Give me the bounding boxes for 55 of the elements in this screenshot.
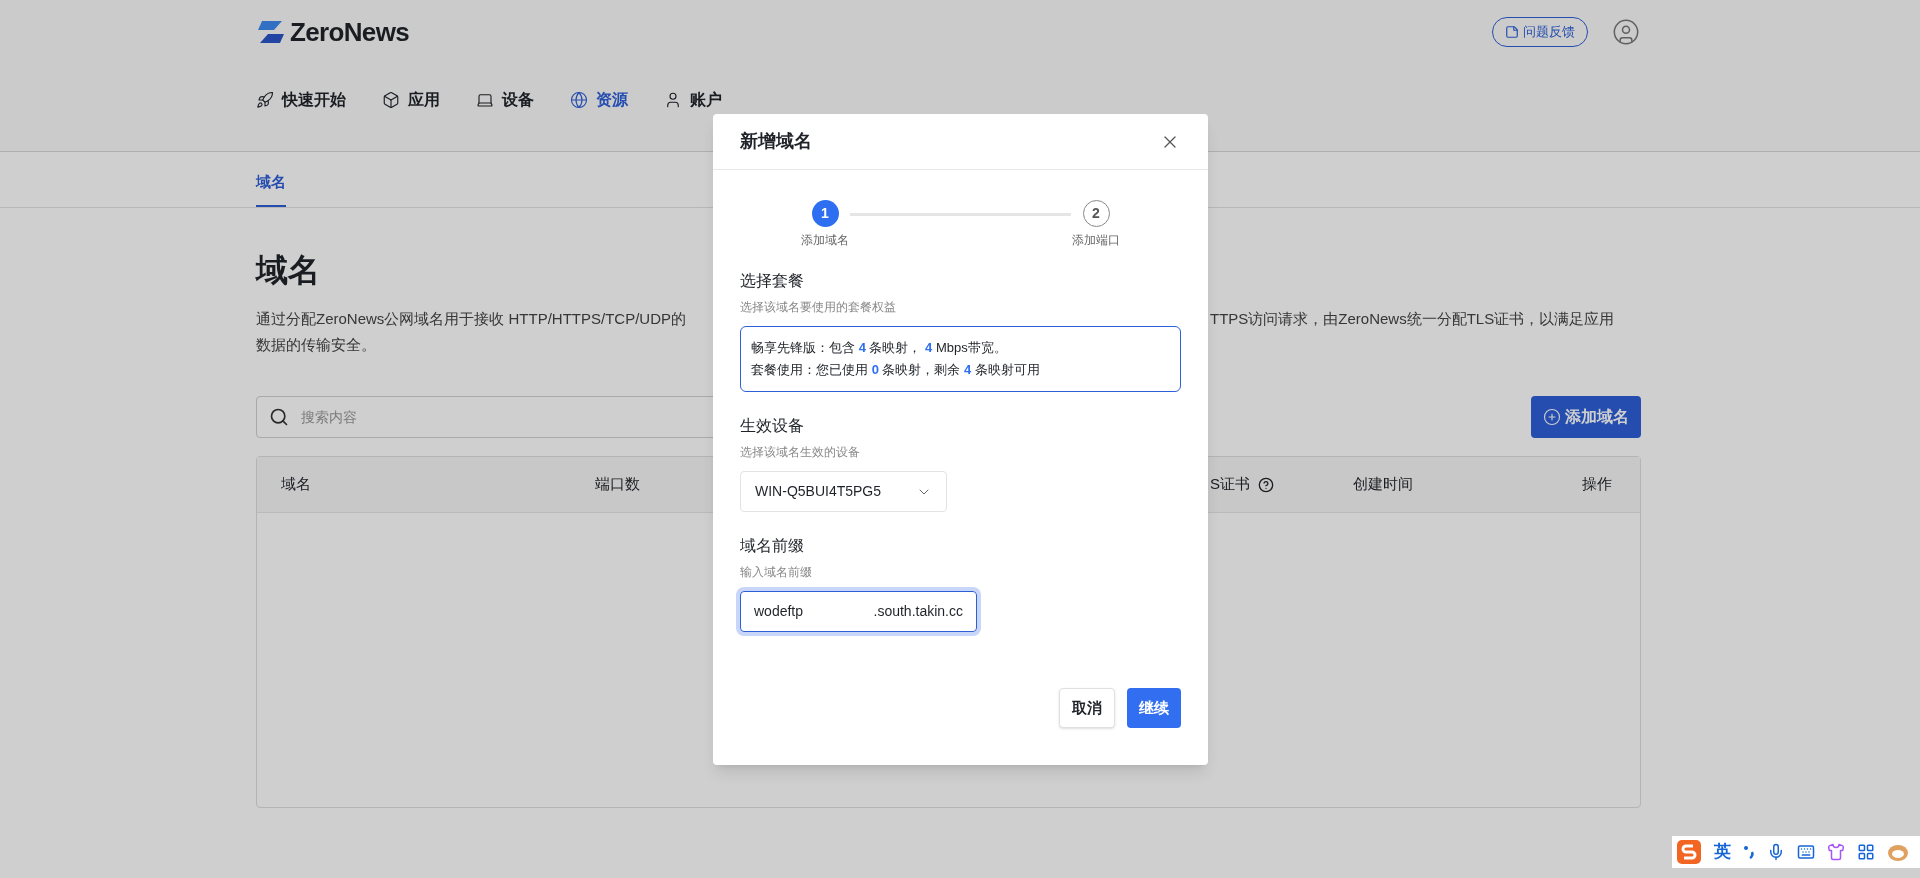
device-select[interactable]: WIN-Q5BUI4T5PG5 xyxy=(740,471,947,512)
continue-button[interactable]: 继续 xyxy=(1127,688,1181,728)
search-input[interactable]: 搜索内容 xyxy=(301,406,482,428)
rocket-icon xyxy=(256,91,274,109)
note-icon xyxy=(1505,25,1519,39)
help-icon[interactable] xyxy=(1258,476,1274,493)
nav-item[interactable]: 应用 xyxy=(382,88,440,112)
s-logo-icon[interactable] xyxy=(1676,839,1702,865)
prefix-input[interactable]: wodeftp xyxy=(754,601,834,622)
grid-icon[interactable] xyxy=(1857,843,1875,861)
microphone-icon[interactable] xyxy=(1767,843,1785,861)
search-icon xyxy=(269,407,289,427)
add-domain-button[interactable]: 添加域名 xyxy=(1531,396,1641,438)
nav-item[interactable]: 快速开始 xyxy=(256,88,346,112)
shirt-icon[interactable] xyxy=(1827,843,1845,861)
punctuation-icon[interactable] xyxy=(1743,844,1755,860)
nav-item[interactable]: 设备 xyxy=(476,88,534,112)
nav-item[interactable]: 账户 xyxy=(664,88,722,112)
domain-suffix: .south.takin.cc xyxy=(873,602,963,621)
column-header: S证书 xyxy=(1210,474,1250,495)
tab[interactable]: 域名 xyxy=(256,170,286,207)
field-label: 选择套餐 xyxy=(740,271,805,291)
laptop-icon xyxy=(476,91,494,109)
plus-icon xyxy=(1543,408,1561,426)
column-header: 域名 xyxy=(281,474,311,495)
step-number: 2 xyxy=(1082,200,1110,227)
box-icon xyxy=(382,91,400,109)
field-label: 生效设备 xyxy=(740,416,805,436)
logo-text: ZeroNews xyxy=(290,15,410,49)
input-mode[interactable]: 英 xyxy=(1714,839,1731,865)
field-hint: 选择该域名要使用的套餐权益 xyxy=(740,299,897,316)
field-label: 域名前缀 xyxy=(740,536,805,556)
nav-item[interactable]: 资源 xyxy=(570,88,628,112)
plan-card[interactable]: 畅享先锋版：包含 4 条映射， 4 Mbps带宽。 套餐使用：您已使用 0 条映射，剩余 4 条映射可用 xyxy=(740,326,1181,392)
globe-icon xyxy=(570,91,588,109)
column-header: 端口数 xyxy=(595,474,640,495)
step-label: 添加域名 xyxy=(801,232,849,249)
avatar-icon[interactable] xyxy=(1612,18,1640,46)
person-icon xyxy=(664,91,682,109)
description-text: 数据的传输安全。 xyxy=(256,335,376,355)
step-number: 1 xyxy=(811,200,839,227)
field-hint: 输入域名前缀 xyxy=(740,564,813,581)
step-label: 添加端口 xyxy=(1072,232,1120,249)
keyboard-icon[interactable] xyxy=(1797,843,1815,861)
cancel-button[interactable]: 取消 xyxy=(1059,688,1115,728)
field-hint: 选择该域名生效的设备 xyxy=(740,444,861,461)
description-text: 通过分配ZeroNews公网域名用于接收 HTTP/HTTPS/TCP/UDP的 xyxy=(256,310,687,327)
dialog-title: 新增域名 xyxy=(740,130,812,153)
column-header: 创建时间 xyxy=(1353,474,1413,495)
description-text: TTPS访问请求，由ZeroNews统一分配TLS证书，以满足应用 xyxy=(1210,309,1615,329)
plan-text: 畅享先锋版：包含 4 条映射， 4 Mbps带宽。 xyxy=(751,339,1008,357)
plan-text: 套餐使用：您已使用 0 条映射，剩余 4 条映射可用 xyxy=(751,361,1041,379)
logo-icon xyxy=(256,19,286,45)
column-header: 操作 xyxy=(1582,474,1612,495)
page-title: 域名 xyxy=(256,251,320,290)
